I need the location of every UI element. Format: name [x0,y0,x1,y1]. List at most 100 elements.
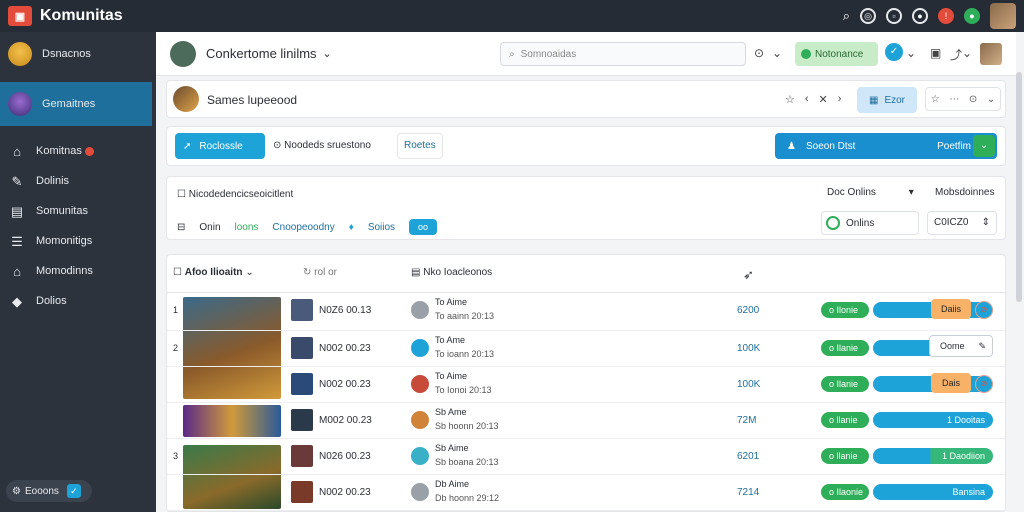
sidebar-item-komitnas[interactable]: ⌂ Komitnas [0,136,156,166]
chevron-down-icon[interactable]: ⌄ [987,94,995,105]
room-tag-label: Ezor [884,94,905,106]
notonance-button[interactable]: Notonance [795,42,878,66]
user-avatar[interactable] [990,3,1016,29]
sidebar-bottom-toggle[interactable]: ⚙ Eooons ✓ [6,480,92,502]
chevron-down-icon[interactable]: ⌄ [772,46,782,60]
store-icon: ⌂ [13,263,21,279]
check-icon[interactable]: ✓ [885,43,903,61]
doc-online-select[interactable]: Doc Onlins ▾ [827,187,914,198]
link-icon[interactable]: ⊘ [975,301,993,319]
notification-badge [84,146,94,156]
room-header-card: Sames lupeeood ☆ ‹ ✕ › ▦ Ezor ☆ ⋯ ⊙ ⌄ [166,80,1006,118]
user-icon: ♟ [787,140,796,152]
table-row[interactable]: N002 00.23 To Aime To Ionoi 20:13 100K o… [167,367,1007,403]
online-field[interactable]: Onlins [821,211,919,235]
toggle-pill[interactable]: oo [409,219,438,235]
col-header-1[interactable]: ☐ Afoo Ilioaitn ⌄ [173,267,254,278]
status-badge[interactable]: o llanie [821,448,869,464]
target-icon [411,483,429,501]
user-avatar[interactable] [980,43,1002,65]
right-icon[interactable]: › [838,93,842,106]
sidebar-item-active[interactable]: Gemaitnes [0,82,152,126]
orange-button[interactable]: Daiis [931,299,971,319]
status-badge[interactable]: o Ilanie [821,376,869,392]
sidebar-item-somunitas[interactable]: ▤ Somunitas [0,196,156,226]
check-icon[interactable]: ✓ [66,484,81,498]
status-badge[interactable]: o Ilanie [821,340,869,356]
chat-icon[interactable]: ▫ [886,8,902,24]
progress-bar[interactable]: 1 Daodiion [873,448,993,464]
sidebar-item-dolios[interactable]: ◆ Dolios [0,286,156,316]
link-icon[interactable]: ⊘ [975,375,993,393]
status-icon[interactable]: ● [964,8,980,24]
table-row[interactable]: 1 N0Z6 00.13 To Aime To aainn 20:13 6200… [167,293,1007,331]
roetes-tab[interactable]: Roetes [397,133,443,159]
chevron-down-icon[interactable]: ⌄ [973,135,995,157]
search-input[interactable]: ⌕ Somnoaidas [500,42,746,66]
check-icon [411,339,429,357]
table-row[interactable]: N002 00.23 Db Aime Db hoonn 29:12 7214 o… [167,475,1007,511]
send-icon[interactable]: ➶ [743,267,754,283]
star-icon[interactable]: ☆ [931,94,940,105]
chevron-down-icon[interactable]: ⌄ [323,47,332,60]
chevron-down-icon[interactable]: ⌄ [962,46,972,60]
compass-icon[interactable]: ◎ [860,8,876,24]
scrollbar[interactable] [1016,72,1022,302]
data-table: ☐ Afoo Ilioaitn ⌄ ↻ rol or ▤ Nko Ioacleo… [166,254,1007,512]
online-value: Onlins [846,217,875,229]
search-icon[interactable]: ⌕ [843,8,850,24]
more-icon[interactable]: ⋯ [949,94,959,105]
noodeds-label[interactable]: ⊙ Noodeds sruestono [273,140,371,151]
table-row[interactable]: 3 N026 00.23 Sb Aime Sb boana 20:13 6201… [167,439,1007,475]
progress-bar[interactable]: Bansina [873,484,993,500]
sidebar-item-label: Dolinis [36,175,70,187]
clock-icon[interactable]: ⊙ [754,46,764,60]
row-sub: Sb hoonn 20:13 [435,421,499,431]
status-badge[interactable]: o Ilaonie [821,484,869,500]
status-badge[interactable]: o Ilonie [821,302,869,318]
sidebar-profile[interactable]: Dsnacnos [0,32,156,76]
col-header-text: Nko Ioacleonos [423,267,493,278]
row-index: 3 [173,451,179,461]
row-value: 6201 [737,451,760,462]
left-icon[interactable]: ‹ [805,93,809,106]
table-row[interactable]: 2 N002 00.23 To Ame To ioann 20:13 100K … [167,331,1007,367]
filter-onin[interactable]: Onin [199,222,220,233]
clock-icon[interactable]: ⊙ [969,94,977,105]
sidebar-item-momodinns[interactable]: ⌂ Momodinns [0,256,156,286]
col-header-3[interactable]: ▤ Nko Ioacleonos [411,267,492,278]
chevron-down-icon[interactable]: ⌄ [906,46,916,60]
oome-button[interactable]: Oome ✎ [929,335,993,357]
stream-bar[interactable]: ♟ Soeon Dtst Poetfim ⌄ [775,133,997,159]
progress-bar[interactable]: 1 Dooitas [873,412,993,428]
avatar [8,42,32,66]
roclossle-button[interactable]: ➚ Roclossle [175,133,265,159]
close-icon[interactable]: ✕ [819,93,828,106]
filter-cnoop[interactable]: Cnoopeoodny [272,222,334,233]
col-header-2[interactable]: ↻ rol or [303,267,337,278]
table-row[interactable]: M002 00.23 Sb Ame Sb hoonn 20:13 72M o l… [167,403,1007,439]
status-badge[interactable]: o llanie [821,412,869,428]
filter-soiios[interactable]: Soiios [368,222,395,233]
flame-icon: ♦ [348,221,354,233]
settings-icon[interactable]: ● [912,8,928,24]
room-tag-button[interactable]: ▦ Ezor [857,87,917,113]
notification-icon[interactable]: ! [938,8,954,24]
sidebar-item-momonitigs[interactable]: ☰ Momonitigs [0,226,156,256]
inbox-icon[interactable]: ▣ [930,46,941,60]
list-icon: ☰ [11,233,23,249]
number-stepper[interactable]: C0ICZ0 ⇕ [927,211,997,235]
row-value: 7214 [737,487,760,498]
orange-button[interactable]: Dais [931,373,971,393]
row-value: 100K [737,379,761,390]
share-icon[interactable]: ⤴ [950,46,962,63]
avatar [8,92,32,116]
sidebar-item-dolinis[interactable]: ✎ Dolinis [0,166,156,196]
sidebar: Dsnacnos Gemaitnes ⌂ Komitnas ✎ Dolinis … [0,32,156,512]
star-icon[interactable]: ☆ [785,93,795,106]
sidebar-active-label: Gemaitnes [42,98,96,110]
checkbox-icon[interactable]: ☐ [177,189,186,200]
oome-label: Oome [940,341,965,351]
user-icon [411,301,429,319]
filter-loons[interactable]: loons [235,222,259,233]
